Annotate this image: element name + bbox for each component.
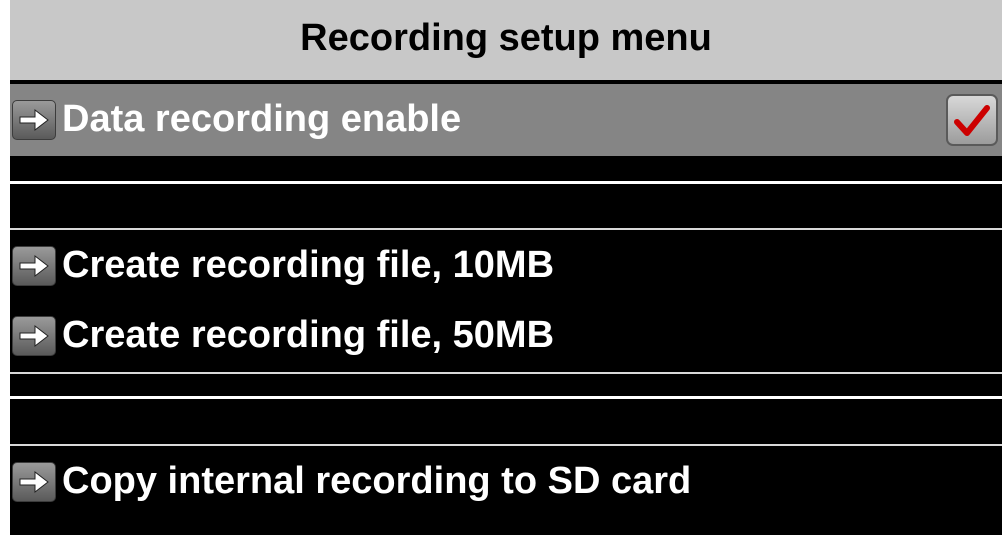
menu-item-label: Create recording file, 10MB [62,244,555,286]
arrow-right-icon [12,246,56,286]
menu-divider [10,444,1002,446]
menu-item-label: Copy internal recording to SD card [62,460,692,502]
menu-item-create-10mb[interactable]: Create recording file, 10MB [10,234,1002,298]
arrow-right-icon [12,316,56,356]
menu-item-create-50mb[interactable]: Create recording file, 50MB [10,304,1002,368]
menu-item-label: Create recording file, 50MB [62,314,555,356]
menu-item-copy-to-sd[interactable]: Copy internal recording to SD card [10,450,1002,514]
check-mark-icon [954,105,990,136]
menu-divider [10,181,1002,184]
arrow-right-icon [12,462,56,502]
recording-setup-screen: Recording setup menu Data recording enab… [10,0,1002,535]
data-recording-checkbox[interactable] [946,94,998,146]
menu-item-label: Data recording enable [62,98,462,140]
menu-divider [10,228,1002,230]
menu-item-data-recording-enable[interactable]: Data recording enable [10,84,1002,156]
menu-title: Recording setup menu [10,0,1002,80]
menu-divider [10,372,1002,374]
arrow-right-icon [12,100,56,140]
menu-divider [10,396,1002,399]
